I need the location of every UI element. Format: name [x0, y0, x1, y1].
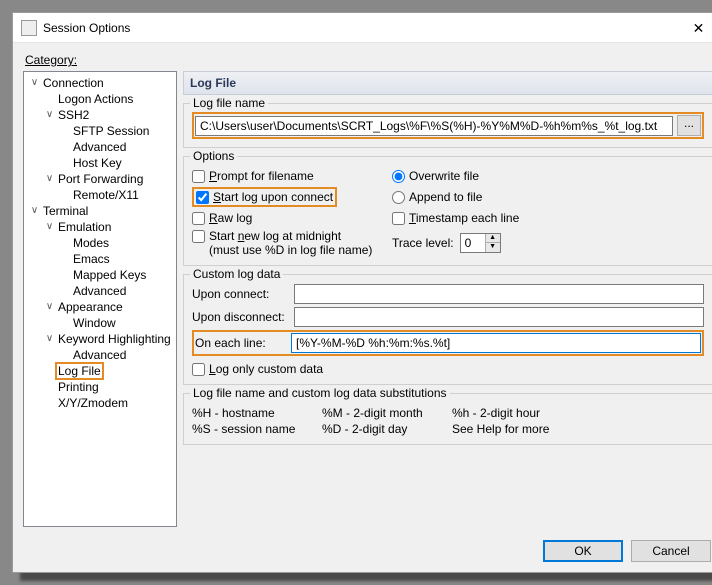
chevron-down-icon[interactable]: ∨ [43, 171, 56, 187]
timestamp-checkbox[interactable]: Timestamp each lineTimestamp each line [392, 211, 704, 225]
logfilename-group-title: Log file name [190, 96, 268, 110]
chevron-down-icon[interactable]: ∨ [28, 203, 41, 219]
trace-level-input[interactable] [461, 234, 485, 252]
category-label: Category: [25, 53, 712, 67]
on-each-line-input[interactable] [291, 333, 701, 353]
chevron-down-icon[interactable]: ∨ [43, 299, 56, 315]
tree-logon-actions[interactable]: Logon Actions [56, 91, 135, 107]
overwrite-radio[interactable]: Overwrite fileOverwrite file [392, 169, 704, 183]
substitutions-title: Log file name and custom log data substi… [190, 386, 450, 400]
log-only-custom-checkbox[interactable]: Log only custom dataLog only custom data [192, 362, 704, 376]
trace-level-spinner[interactable]: ▲▼ [460, 233, 501, 253]
sub-h-upper: %H - hostname [192, 406, 322, 420]
tree-window[interactable]: Window [71, 315, 118, 331]
upon-connect-input[interactable] [294, 284, 704, 304]
tree-modes[interactable]: Modes [71, 235, 111, 251]
window-title: Session Options [43, 21, 676, 35]
tree-advanced-emu[interactable]: Advanced [71, 283, 128, 299]
on-each-line-label: On each line:On each line: [195, 336, 287, 350]
tree-ssh2[interactable]: SSH2 [56, 107, 91, 123]
logfilename-input[interactable] [195, 116, 673, 136]
browse-button[interactable]: ... [677, 115, 701, 136]
upon-disconnect-label: Upon disconnect:Upon disconnect: [192, 310, 288, 324]
tree-log-file[interactable]: Log File [56, 363, 103, 379]
tree-mapped-keys[interactable]: Mapped Keys [71, 267, 148, 283]
tree-remote-x11[interactable]: Remote/X11 [71, 187, 141, 203]
chevron-down-icon[interactable]: ∨ [28, 75, 41, 91]
tree-sftp-session[interactable]: SFTP Session [71, 123, 151, 139]
tree-printing[interactable]: Printing [56, 379, 101, 395]
sub-see-help: See Help for more [452, 422, 704, 436]
panel-title: Log File [183, 71, 712, 95]
chevron-down-icon[interactable]: ∨ [43, 107, 56, 123]
close-button[interactable]: ✕ [676, 14, 712, 42]
substitutions-group: Log file name and custom log data substi… [183, 393, 712, 445]
options-group: Options PPrompt for filenamerompt for fi… [183, 156, 712, 266]
cancel-button[interactable]: Cancel [631, 540, 711, 562]
sub-s-upper: %S - session name [192, 422, 322, 436]
tree-connection[interactable]: Connection [41, 75, 106, 91]
logfilename-group: Log file name ... [183, 103, 712, 148]
tree-appearance[interactable]: Appearance [56, 299, 125, 315]
ok-button[interactable]: OK [543, 540, 623, 562]
upon-disconnect-input[interactable] [294, 307, 704, 327]
trace-level-label: Trace level: [392, 236, 454, 250]
app-icon [21, 20, 37, 36]
category-tree[interactable]: ∨Connection Logon Actions ∨SSH2 SFTP Ses… [23, 71, 177, 527]
tree-port-forwarding[interactable]: Port Forwarding [56, 171, 145, 187]
chevron-down-icon[interactable]: ∨ [43, 331, 56, 347]
settings-panel: Log File Log file name ... Options PProm… [183, 71, 712, 532]
options-group-title: Options [190, 149, 237, 163]
custom-log-group: Custom log data Upon connect:Upon connec… [183, 274, 712, 385]
tree-advanced[interactable]: Advanced [71, 139, 128, 155]
sub-d-upper: %D - 2-digit day [322, 422, 452, 436]
upon-connect-label: Upon connect:Upon connect: [192, 287, 288, 301]
tree-emacs[interactable]: Emacs [71, 251, 112, 267]
titlebar: Session Options ✕ [13, 13, 712, 43]
spin-up-icon[interactable]: ▲ [486, 234, 500, 243]
start-midnight-checkbox[interactable]: Start new log at midnight(must use %D in… [192, 229, 392, 257]
chevron-down-icon[interactable]: ∨ [43, 219, 56, 235]
start-upon-connect-checkbox[interactable]: Start log upon connect [194, 189, 335, 205]
append-radio[interactable]: Append to fileAppend to file [392, 187, 704, 207]
tree-terminal[interactable]: Terminal [41, 203, 90, 219]
custom-log-group-title: Custom log data [190, 267, 283, 281]
spin-down-icon[interactable]: ▼ [486, 243, 500, 252]
tree-advanced-kh[interactable]: Advanced [71, 347, 128, 363]
tree-emulation[interactable]: Emulation [56, 219, 113, 235]
sub-m-upper: %M - 2-digit month [322, 406, 452, 420]
raw-log-checkbox[interactable]: Raw logRaw log [192, 211, 392, 225]
tree-keyword-highlighting[interactable]: Keyword Highlighting [56, 331, 173, 347]
session-options-window: Session Options ✕ Category: ∨Connection … [12, 12, 712, 573]
tree-xyzmodem[interactable]: X/Y/Zmodem [56, 395, 130, 411]
sub-h-lower: %h - 2-digit hour [452, 406, 704, 420]
tree-host-key[interactable]: Host Key [71, 155, 124, 171]
prompt-checkbox[interactable]: PPrompt for filenamerompt for filename [192, 169, 392, 183]
